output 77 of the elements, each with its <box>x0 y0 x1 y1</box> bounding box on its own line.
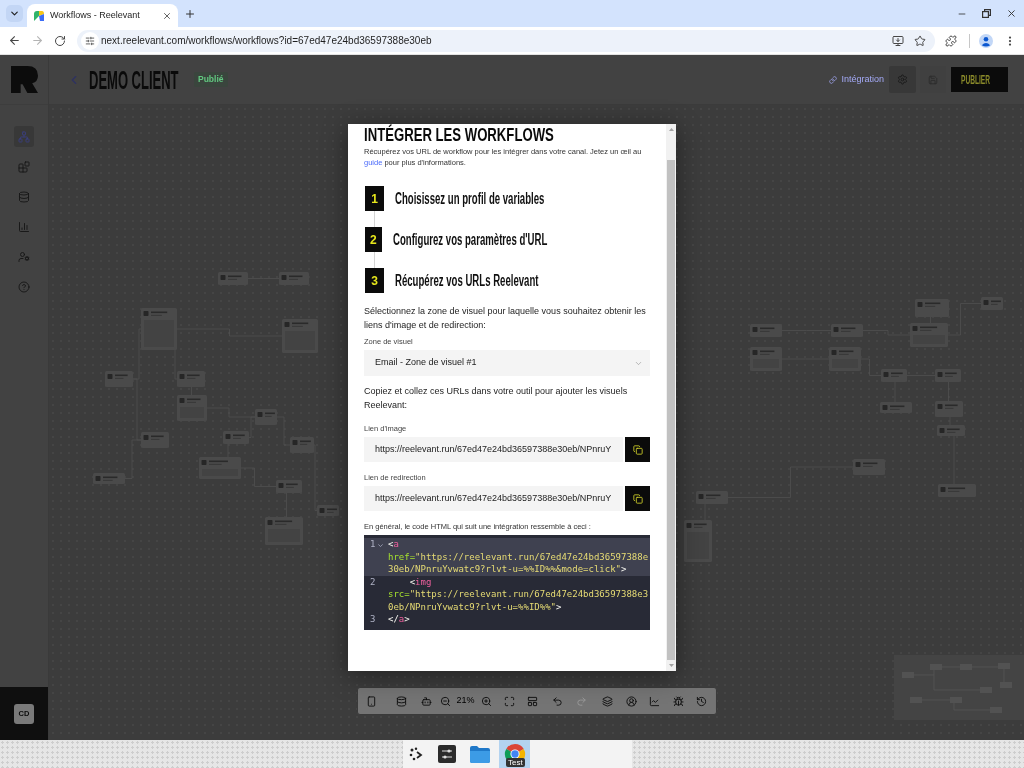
scroll-up-arrow-icon <box>668 128 674 131</box>
step-label: Récupérez vos URLs Reelevant <box>395 270 539 291</box>
zoom-out-icon <box>440 695 451 707</box>
dots-chevron-icon <box>409 747 423 761</box>
close-icon <box>161 10 172 21</box>
help-icon <box>18 280 30 293</box>
user-circle-icon <box>626 695 637 707</box>
tab-list-button[interactable] <box>6 5 23 22</box>
line-number: 3 <box>370 613 376 626</box>
monitor-download-icon <box>892 34 904 47</box>
bar-chart-icon <box>18 220 30 233</box>
taskbar-app[interactable]: Test <box>499 740 530 768</box>
step-number: 1 <box>365 186 384 211</box>
reload-icon <box>54 34 66 47</box>
line-number: 2 <box>370 575 376 588</box>
url-field[interactable]: https://reelevant.run/67ed47e24bd36597388e30eb/NPnruY <box>364 437 623 462</box>
copy-icon <box>632 493 643 504</box>
code-line: <a href="https://reelevant.run/67ed47e24bd36597388e30eb/NPnruYvwatc9?rlvt-u=%%ID%%&mode=click"> <box>388 538 650 576</box>
copy-button[interactable] <box>625 437 650 462</box>
step-number: 3 <box>365 268 384 293</box>
copy-icon <box>632 444 643 455</box>
restore-icon <box>982 9 991 18</box>
zone-select[interactable]: Email - Zone de visuel #1 <box>364 350 650 376</box>
folder-icon <box>470 745 490 763</box>
code-line: </a> <box>388 613 411 626</box>
profile-avatar-icon <box>979 33 993 48</box>
scroll-down-arrow-icon <box>668 664 674 667</box>
layers-icon <box>602 695 613 707</box>
dialog-title: INTÉGRER LES WORKFLOWS <box>364 126 554 144</box>
blocks-icon <box>18 160 30 173</box>
line-number: 1 <box>370 538 376 551</box>
code-line: <img src="https://reelevant.run/67ed47e24bd36597388e30eb/NPnruYvwatc9?rlvt-u=%%ID%%"> <box>388 575 650 613</box>
copy-prompt: Copiez et collez ces URLs dans votre outil pour ajouter les visuels Reelevant: <box>364 385 629 412</box>
status-badge: Publié <box>194 72 228 87</box>
sliders-app-icon <box>438 745 456 763</box>
network-icon <box>18 130 30 143</box>
bug-icon <box>673 695 684 707</box>
database-icon <box>396 695 407 707</box>
database-icon <box>18 190 30 203</box>
integration-link[interactable]: Intégration <box>829 72 884 87</box>
browser-tab[interactable]: Workflows - Reelevant <box>27 4 178 27</box>
robot-icon <box>421 695 432 707</box>
chevron-down-icon <box>9 8 20 19</box>
copy-button[interactable] <box>625 486 650 511</box>
undo-icon <box>552 695 563 707</box>
layout-icon <box>527 695 538 707</box>
line-chart-icon <box>649 695 660 707</box>
step-label: Choisissez un profil de variables <box>395 188 545 209</box>
zoom-level: 21% <box>456 694 475 708</box>
publish-button[interactable]: PUBLIER <box>951 67 1008 92</box>
link-icon <box>829 75 838 84</box>
smartphone-icon <box>366 695 377 707</box>
user-gear-icon <box>18 250 30 263</box>
scrollbar-thumb[interactable] <box>667 160 675 660</box>
logo-icon <box>10 66 38 93</box>
star-icon <box>914 34 926 47</box>
fullscreen-icon <box>504 695 515 707</box>
sliders-icon <box>85 35 95 46</box>
back-arrow-icon <box>7 34 21 47</box>
settings-icon <box>897 74 908 85</box>
plus-icon <box>184 7 196 20</box>
scrollbar[interactable] <box>666 124 676 671</box>
step-number: 2 <box>365 227 382 252</box>
close-icon <box>1006 8 1017 19</box>
puzzle-icon <box>945 34 957 47</box>
zoom-in-icon <box>481 695 492 707</box>
icon-badge: Test <box>506 758 525 767</box>
logo-icon <box>33 9 45 22</box>
address-field[interactable]: next.reelevant.com/workflows/workflows?id=67ed47e24bd36597388e30eb <box>77 29 935 52</box>
step-label: Configurez vos paramètres d'URL <box>392 229 548 250</box>
forward-arrow-icon <box>30 34 44 47</box>
page-title: DEMO CLIENT <box>89 66 179 93</box>
history-icon <box>696 695 707 707</box>
url-field[interactable]: https://reelevant.run/67ed47e24bd36597388e30eb/NPnruY <box>364 486 623 511</box>
redo-icon <box>576 695 587 707</box>
zone-prompt: Sélectionnez la zone de visuel pour laquelle vous souhaitez obtenir les liens d'image et de redirection: <box>364 305 647 332</box>
site-settings-button[interactable] <box>81 31 99 50</box>
